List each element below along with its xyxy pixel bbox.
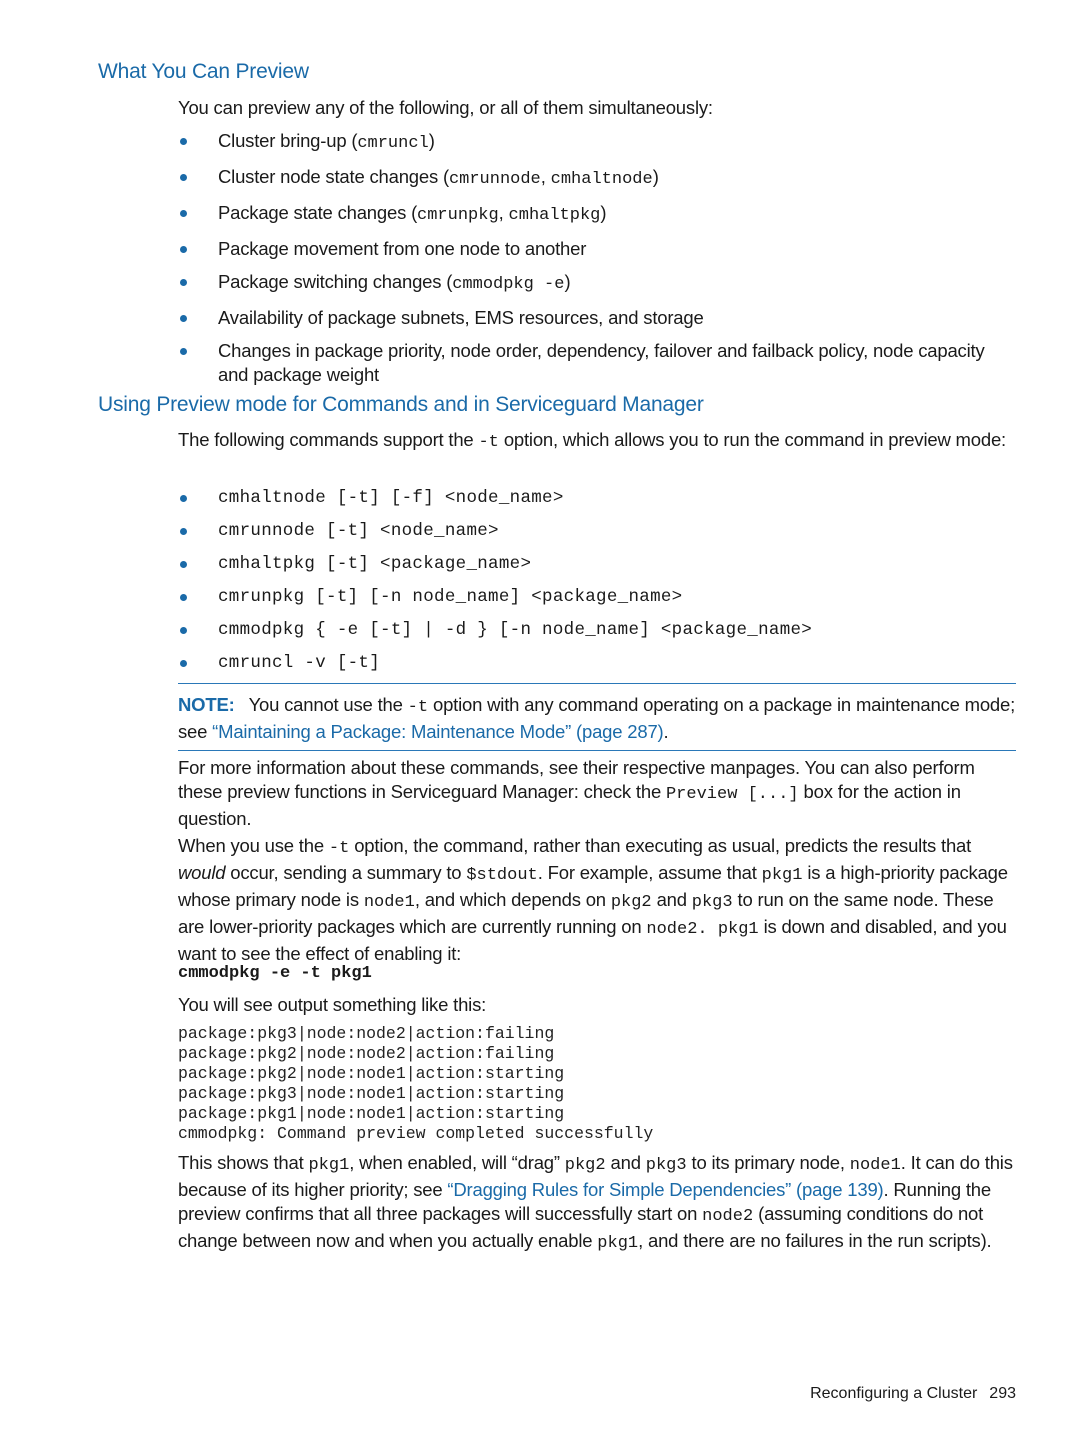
dragging-rules-link[interactable]: “Dragging Rules for Simple Dependencies”… [447,1179,883,1200]
bullet-icon [180,660,187,667]
document-page: What You Can Preview You can preview any… [0,0,1080,1438]
output-line: package:pkg2|node:node2|action:failing [178,1044,555,1063]
list-item: Package switching changes (cmmodpkg -e) [178,270,1018,297]
maintenance-mode-link[interactable]: “Maintaining a Package: Maintenance Mode… [212,721,664,742]
example-command: cmmodpkg -e -t pkg1 [178,964,372,983]
footer-chapter: Reconfiguring a Cluster [810,1385,978,1402]
bullet-icon [180,138,187,145]
command-item: cmruncl -v [-t] [178,651,1018,675]
page-number: 293 [989,1385,1016,1402]
list-item: Cluster node state changes (cmrunnode, c… [178,165,1018,192]
command-item: cmmodpkg { -e [-t] | -d } [-n node_name]… [178,618,1018,642]
note-label: NOTE: [178,694,235,715]
bullet-icon [180,279,187,286]
list-item: Package state changes (cmrunpkg, cmhaltp… [178,201,1018,228]
bullet-icon [180,174,187,181]
paragraph-drag-explanation: This shows that pkg1, when enabled, will… [178,1152,1013,1253]
bullet-icon [180,594,187,601]
output-line: package:pkg2|node:node1|action:starting [178,1064,565,1083]
command-output: package:pkg3|node:node2|action:failing p… [178,1024,653,1144]
bullet-icon [180,627,187,634]
command-item: cmrunpkg [-t] [-n node_name] <package_na… [178,585,1018,609]
bullet-icon [180,246,187,253]
list-item: Availability of package subnets, EMS res… [178,306,1018,330]
paragraph-t-option: When you use the -t option, the command,… [178,835,1008,964]
command-list: cmhaltnode [-t] [-f] <node_name> cmrunno… [178,486,1018,675]
list-item: Package movement from one node to anothe… [178,237,1018,261]
output-line: package:pkg3|node:node2|action:failing [178,1024,555,1043]
command-item: cmhaltpkg [-t] <package_name> [178,552,1018,576]
output-line: package:pkg3|node:node1|action:starting [178,1084,565,1103]
bullet-icon [180,495,187,502]
bullet-icon [180,348,187,355]
list-item: Cluster bring-up (cmruncl) [178,129,1018,156]
page-footer: Reconfiguring a Cluster 293 [810,1385,1016,1403]
section2-intro: The following commands support the -t op… [178,429,1006,452]
bullet-icon [180,315,187,322]
paragraph-manpages: For more information about these command… [178,757,975,829]
bullet-icon [180,561,187,568]
bullet-icon [180,528,187,535]
command-item: cmhaltnode [-t] [-f] <node_name> [178,486,1018,510]
preview-list: Cluster bring-up (cmruncl) Cluster node … [178,129,1018,387]
output-line: package:pkg1|node:node1|action:starting [178,1104,565,1123]
output-intro: You will see output something like this: [178,994,487,1015]
command-item: cmrunnode [-t] <node_name> [178,519,1018,543]
output-line: cmmodpkg: Command preview completed succ… [178,1124,654,1143]
list-item: Changes in package priority, node order,… [178,339,1018,387]
section1-intro: You can preview any of the following, or… [178,97,713,118]
note-box: NOTE: You cannot use the -t option with a… [178,683,1016,751]
section-heading-using-preview-mode: Using Preview mode for Commands and in S… [98,393,704,416]
section-heading-what-you-can-preview: What You Can Preview [98,60,309,83]
bullet-icon [180,210,187,217]
